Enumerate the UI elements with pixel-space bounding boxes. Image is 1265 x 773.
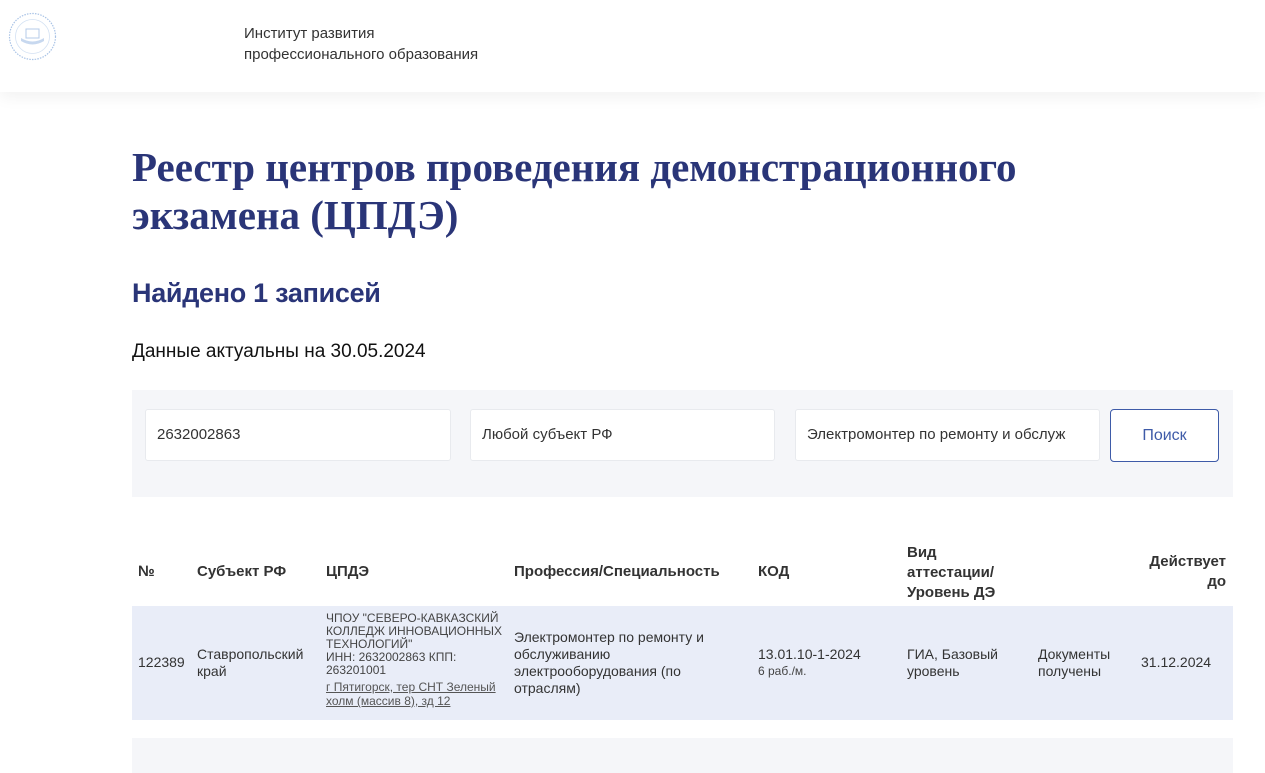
header-valid-line1: Действует: [1149, 553, 1226, 570]
row-status-line2: получены: [1038, 663, 1102, 679]
row-status: Документы получены: [1038, 646, 1110, 680]
results-count: Найдено 1 записей: [132, 278, 381, 308]
pagination-panel: [132, 738, 1233, 773]
row-center-line5: 263201001: [326, 663, 387, 677]
row-attestation-type: ГИА, Базовый уровень: [907, 646, 998, 680]
region-select[interactable]: Любой субъект РФ: [470, 409, 775, 461]
row-num: 122389: [138, 654, 185, 670]
inn-search-input[interactable]: 2632002863: [145, 409, 451, 461]
row-attestation-line2: уровень: [907, 663, 960, 679]
row-address-line2[interactable]: холм (массив 8), зд 12: [326, 694, 506, 708]
row-code-value: 13.01.10-1-2024: [758, 646, 861, 662]
org-name: Институт развития профессионального обра…: [244, 23, 478, 65]
site-header: Институт развития профессионального обра…: [0, 0, 1265, 92]
org-name-line2: профессионального образования: [244, 46, 479, 63]
header-profession: Профессия/Специальность: [514, 563, 720, 580]
row-region-line1: Ставропольский: [197, 646, 304, 662]
row-address-line1[interactable]: г Пятигорск, тер СНТ Зеленый: [326, 680, 506, 694]
row-center: ЧПОУ "СЕВЕРО-КАВКАЗСКИЙ КОЛЛЕДЖ ИННОВАЦИ…: [326, 612, 506, 709]
header-region: Субъект РФ: [197, 563, 287, 580]
header-code: КОД: [758, 563, 790, 580]
row-region-line2: край: [197, 663, 227, 679]
header-attestation-type: Вид аттестации/ Уровень ДЭ: [907, 544, 995, 602]
row-code: 13.01.10-1-2024 6 раб./м.: [758, 646, 861, 678]
row-profession-line2: обслуживанию: [514, 646, 611, 662]
institute-logo[interactable]: [8, 12, 57, 61]
header-attestation-line3: Уровень ДЭ: [907, 584, 996, 601]
header-attestation-line2: аттестации/: [907, 564, 995, 581]
header-valid-until: Действует до: [1120, 553, 1226, 591]
row-profession: Электромонтер по ремонту и обслуживанию …: [514, 629, 704, 697]
row-code-workplaces: 6 раб./м.: [758, 664, 807, 678]
header-num: №: [138, 563, 155, 580]
row-profession-line1: Электромонтер по ремонту и: [514, 629, 704, 645]
filter-panel: 2632002863 Любой субъект РФ Электромонте…: [132, 390, 1233, 497]
row-status-line1: Документы: [1038, 646, 1111, 662]
header-attestation-line1: Вид: [907, 544, 937, 561]
row-attestation-line1: ГИА, Базовый: [907, 646, 998, 662]
header-center: ЦПДЭ: [326, 563, 370, 580]
row-profession-line4: отраслям): [514, 680, 581, 696]
search-button[interactable]: Поиск: [1110, 409, 1219, 462]
page-title: Реестр центров проведения демонстрационн…: [132, 144, 1017, 238]
row-region: Ставропольский край: [197, 646, 303, 680]
data-updated-date: Данные актуальны на 30.05.2024: [132, 341, 426, 362]
row-profession-line3: электрооборудования (по: [514, 663, 681, 679]
row-valid-until: 31.12.2024: [1141, 654, 1212, 670]
profession-input[interactable]: Электромонтер по ремонту и обслуж: [795, 409, 1100, 461]
row-center-address-link[interactable]: г Пятигорск, тер СНТ Зеленый холм (масси…: [326, 680, 506, 708]
header-valid-line2: до: [1207, 573, 1226, 590]
org-name-line1: Институт развития: [244, 25, 375, 42]
